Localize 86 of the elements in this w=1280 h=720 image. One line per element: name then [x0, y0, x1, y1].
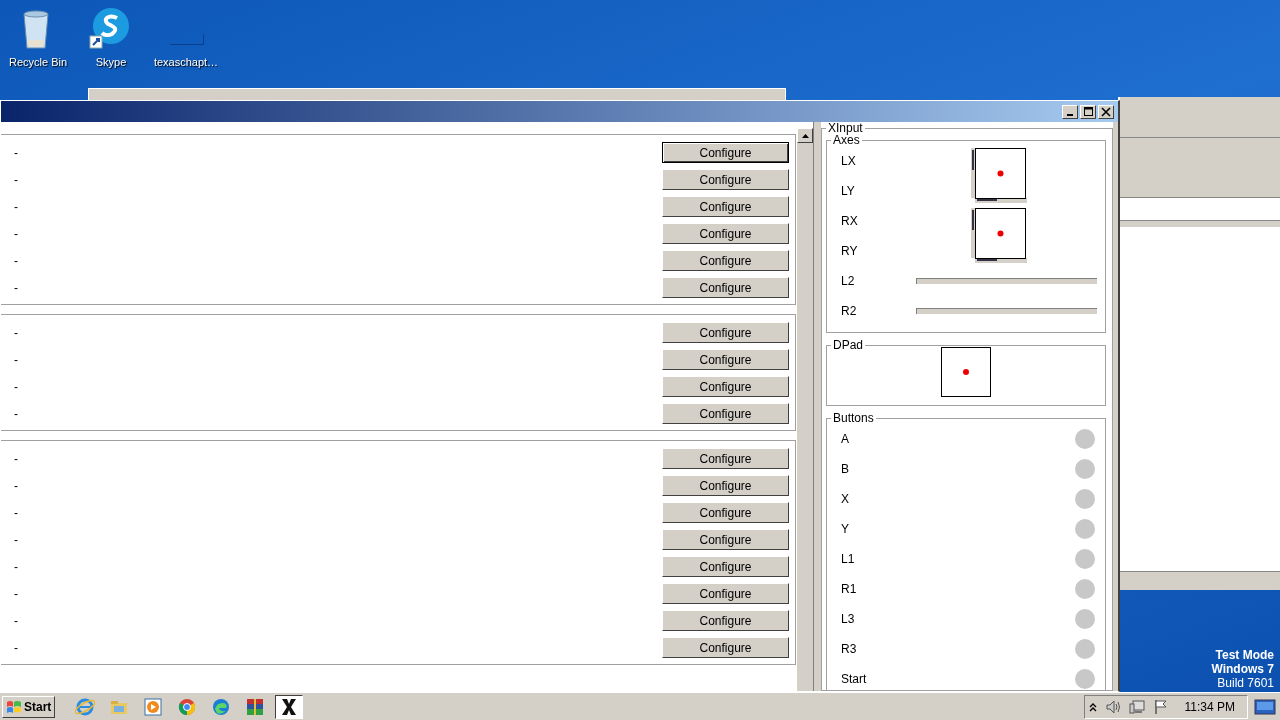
maximize-button[interactable]: [1080, 104, 1096, 119]
configure-button[interactable]: Configure: [662, 376, 789, 397]
configure-button[interactable]: Configure: [662, 583, 789, 604]
axis-label: LX: [840, 153, 857, 170]
edge-icon: [211, 696, 232, 717]
axis-label: RY: [840, 243, 859, 260]
mapping-label: -: [14, 171, 18, 189]
button-label: X: [841, 491, 849, 508]
group-title: Axes: [833, 134, 860, 146]
stick-position-drawing: [971, 208, 1029, 264]
configure-button[interactable]: Configure: [662, 250, 789, 271]
mapping-label: -: [14, 279, 18, 297]
mapping-label: -: [14, 378, 18, 396]
icon-label[interactable]: Recycle Bin: [8, 54, 68, 71]
notice-text: Test Mode: [1214, 648, 1274, 662]
axis-label: LY: [840, 183, 856, 200]
mapping-label: -: [14, 351, 18, 369]
configure-button[interactable]: Configure: [662, 556, 789, 577]
browser-icon: [75, 696, 96, 717]
mapping-label: -: [14, 405, 18, 423]
icon-label[interactable]: texaschapt…: [153, 54, 219, 71]
flag-icon[interactable]: [1152, 698, 1169, 715]
taskbar-app-button[interactable]: [275, 694, 304, 719]
minimize-icon: [1067, 113, 1073, 116]
mapping-label: -: [14, 531, 18, 549]
minimize-button[interactable]: [1062, 104, 1078, 119]
configure-button[interactable]: Configure: [662, 349, 789, 370]
mapping-label: -: [14, 450, 18, 468]
configure-button[interactable]: Configure: [662, 448, 789, 469]
mapping-label: -: [14, 477, 18, 495]
group-title: Buttons: [832, 412, 875, 424]
mapping-label: -: [14, 585, 18, 603]
button-label: B: [841, 461, 849, 478]
mapping-label: -: [14, 612, 18, 630]
speaker-icon[interactable]: [1104, 698, 1121, 715]
configure-button[interactable]: Configure: [662, 403, 789, 424]
button-label: L3: [841, 611, 855, 628]
button-label: Start: [841, 671, 867, 688]
configure-button[interactable]: Configure: [662, 475, 789, 496]
configure-button[interactable]: Configure: [662, 529, 789, 550]
scrollbar[interactable]: [797, 128, 813, 691]
notice-text: Windows 7: [1211, 662, 1274, 676]
button-label: R3: [841, 641, 857, 658]
stick-position-drawing: [971, 148, 1029, 204]
configure-button[interactable]: Configure: [662, 223, 789, 244]
dpad-drawing: [941, 347, 991, 397]
configure-button[interactable]: Configure: [662, 142, 789, 163]
button-label: A: [841, 431, 849, 448]
start-button[interactable]: Start: [2, 695, 56, 718]
group-title: XInput: [827, 122, 864, 134]
button-label: R1: [841, 581, 857, 598]
configure-button[interactable]: Configure: [662, 196, 789, 217]
archive-icon: [245, 696, 266, 717]
media-player-icon: [143, 696, 164, 717]
chevron-icon[interactable]: [1088, 701, 1097, 712]
mapping-label: -: [14, 639, 18, 657]
mapping-label: -: [14, 252, 18, 270]
configure-button[interactable]: Configure: [662, 610, 789, 631]
configure-button[interactable]: Configure: [662, 169, 789, 190]
show-desktop-icon[interactable]: [1254, 697, 1276, 716]
mapping-label: -: [14, 504, 18, 522]
axis-label: L2: [841, 273, 856, 290]
mapping-label: -: [14, 225, 18, 243]
configure-button[interactable]: Configure: [662, 502, 789, 523]
configure-button[interactable]: Configure: [662, 637, 789, 658]
mapping-label: -: [14, 558, 18, 576]
configure-button[interactable]: Configure: [662, 322, 789, 343]
mapping-label: -: [14, 198, 18, 216]
maximize-icon: [1082, 106, 1094, 117]
group-title: DPad: [832, 339, 865, 351]
configure-button[interactable]: Configure: [662, 277, 789, 298]
network-icon[interactable]: [1128, 698, 1145, 715]
button-label: L1: [841, 551, 855, 568]
close-icon: [1100, 106, 1112, 117]
mapping-label: -: [14, 144, 18, 162]
button-label: Y: [841, 521, 849, 538]
scroll-up-button[interactable]: [797, 128, 813, 143]
axis-label: R2: [841, 303, 858, 320]
chrome-icon: [177, 696, 198, 717]
notice-text: Build 7601: [1216, 676, 1274, 690]
windows-logo-icon: [6, 698, 22, 715]
arrow-up-icon: [801, 133, 809, 138]
axis-label: RX: [840, 213, 859, 230]
close-button[interactable]: [1098, 104, 1114, 119]
icon-label[interactable]: Skype: [95, 54, 127, 71]
mapping-label: -: [14, 324, 18, 342]
